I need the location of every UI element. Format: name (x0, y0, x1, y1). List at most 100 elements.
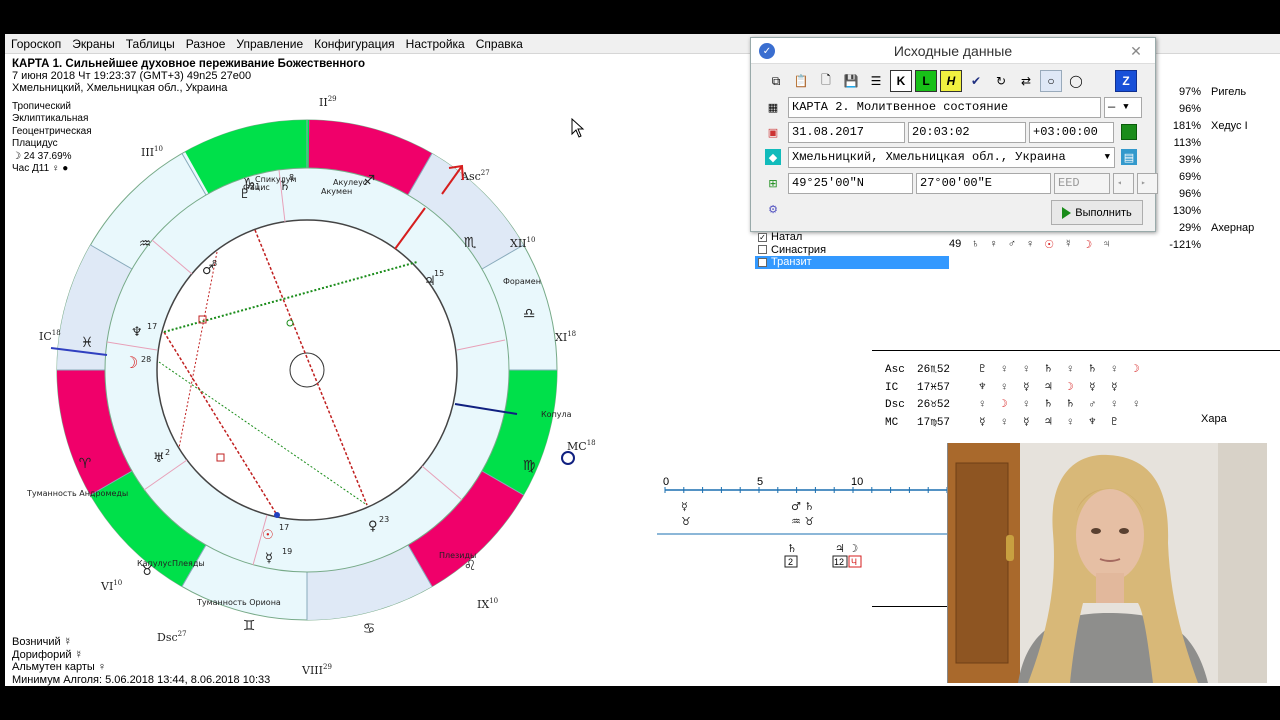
angle-ruler-symbol: ♀ (1111, 364, 1118, 376)
doryphory: Дорифорий ☿ (12, 648, 83, 661)
angle-ruler-symbol: ♀ (1023, 399, 1030, 411)
settings-icon[interactable]: ⚙ (765, 201, 781, 217)
svg-text:♄: ♄ (787, 542, 797, 555)
svg-text:III10: III10 (141, 145, 163, 159)
webcam-video (947, 443, 1267, 683)
k-button[interactable]: K (890, 70, 912, 92)
l-button[interactable]: L (915, 70, 937, 92)
z-button[interactable]: Z (1115, 70, 1137, 92)
datetime-row: ▣ 31.08.2017 20:03:02 +03:00:00 (765, 121, 1137, 143)
svg-text:♌: ♌ (464, 558, 477, 574)
angle-ruler-symbol: ♀ (1001, 381, 1008, 394)
timezone-input[interactable]: +03:00:00 (1029, 121, 1114, 143)
extra-row: ⚙ (765, 198, 785, 220)
circle-small-icon[interactable]: ○ (1040, 70, 1062, 92)
angle-ruler-symbol: ☽ (1067, 381, 1074, 394)
planet-symbol: ☉ (1044, 239, 1055, 251)
check-icon[interactable]: ✔ (965, 70, 987, 92)
dialog-titlebar[interactable]: ✓ Исходные данные ✕ (751, 38, 1155, 64)
star-row: -121% (1165, 237, 1254, 254)
checkbox[interactable] (758, 245, 767, 255)
tick-label-10: 10 (851, 476, 863, 488)
latitude-input[interactable]: 49°25'00"N (788, 172, 913, 194)
cycle-icon[interactable]: ↻ (990, 70, 1012, 92)
angle-ruler-symbol: ♀ (1001, 416, 1008, 429)
place-select[interactable]: Хмельницкий, Хмельницкая обл., Украина ▼ (788, 146, 1115, 168)
exchange-icon[interactable]: ⇄ (1015, 70, 1037, 92)
svg-text:23: 23 (379, 515, 389, 524)
svg-text:Туманность Андромеды: Туманность Андромеды (26, 489, 128, 498)
angle-ruler-symbol: ♀ (1133, 399, 1140, 411)
code-input[interactable]: EED (1054, 172, 1110, 194)
svg-text:17: 17 (279, 523, 289, 532)
dialog-title: Исходные данные (893, 42, 1013, 59)
sun-glyph: ☉ (262, 528, 274, 543)
angle-ruler-symbol: ☽ (1001, 399, 1008, 411)
planet-symbol: ☿ (1064, 238, 1073, 250)
star-percent: 130% (1172, 205, 1201, 217)
chart-name-input[interactable]: КАРТА 2. Молитвенное состояние (788, 96, 1101, 118)
angle-ruler-symbol: ♄ (1089, 364, 1096, 376)
mouse-cursor-icon (571, 118, 585, 138)
chart-type-item[interactable]: ✓ Натал (755, 231, 949, 244)
checkbox[interactable] (758, 257, 767, 267)
prev-icon[interactable]: ◂ (1113, 172, 1134, 194)
svg-text:IC18: IC18 (39, 329, 61, 343)
run-button[interactable]: Выполнить (1051, 200, 1143, 225)
chart-type-list: ✓ Натал Синастрия Транзит (755, 231, 949, 269)
svg-text:19: 19 (282, 547, 292, 556)
svg-text:15: 15 (434, 269, 444, 278)
svg-text:IX10: IX10 (477, 597, 498, 611)
h-button[interactable]: H (940, 70, 962, 92)
table-icon[interactable]: ☰ (865, 70, 887, 92)
close-icon[interactable]: ✕ (1125, 42, 1147, 60)
angle-ruler-symbol: ♃ (1045, 416, 1052, 429)
circle-icon[interactable]: ◯ (1065, 70, 1087, 92)
new-icon[interactable]: 🗋 (815, 70, 837, 92)
aspect-number: 49 (949, 238, 962, 250)
angle-ruler-symbol: ♆ (1089, 416, 1096, 429)
next-icon[interactable]: ▸ (1137, 172, 1158, 194)
star-percent: 96% (1178, 103, 1201, 115)
map-icon[interactable]: ▤ (1121, 149, 1137, 165)
angle-name: MC (885, 416, 899, 429)
save-icon[interactable]: 💾 (840, 70, 862, 92)
longitude-input[interactable]: 27°00'00"E (916, 172, 1051, 194)
angle-ruler-symbol: ☽ (1133, 364, 1140, 376)
checkbox[interactable]: ✓ (758, 232, 767, 242)
star-name: Ахернар (1211, 222, 1255, 234)
chart-type-item[interactable]: Синастрия (755, 244, 949, 257)
paste-icon[interactable]: 📋 (790, 70, 812, 92)
chevron-down-icon: ▼ (1123, 102, 1129, 112)
center-circle (289, 352, 325, 388)
angle-ruler-symbol: ♄ (1067, 399, 1074, 411)
svg-text:♋: ♋ (363, 621, 376, 637)
chart-name-select[interactable]: — ▼ (1104, 96, 1142, 118)
chart-type-label: Транзит (771, 256, 812, 269)
angle-ruler-symbol: ♂ (1089, 399, 1096, 411)
calendar-icon: ▣ (767, 126, 779, 139)
svg-text:♂ ♄: ♂ ♄ (791, 500, 814, 513)
star-row: 29% Ахернар (1165, 220, 1254, 237)
star-percent: 69% (1178, 171, 1201, 183)
angle-ruler-symbol: ♄ (1045, 399, 1052, 411)
time-input[interactable]: 20:03:02 (908, 121, 1026, 143)
star-row: 97% Ригель (1165, 84, 1254, 101)
divider-top (872, 350, 1280, 351)
copy-icon[interactable]: ⧉ (765, 70, 787, 92)
svg-text:♉: ♉ (681, 515, 691, 528)
status-icon[interactable] (1121, 124, 1137, 140)
svg-text:VIII29: VIII29 (301, 663, 332, 677)
chart-type-item[interactable]: Транзит (755, 256, 949, 269)
moon-glyph: ☽ (124, 353, 138, 372)
date-input[interactable]: 31.08.2017 (788, 121, 905, 143)
angle-ruler-symbol: ♇ (979, 364, 986, 376)
chart-wheel[interactable]: ♑ ♐ ♏ ♎ ♍ ♌ ♋ ♊ ♉ ♈ ♓ ♒ ♇ ♄ ♂ ♃ ♆ ☽ ♅ ♀ … (5, 34, 665, 684)
play-icon (1062, 206, 1072, 219)
star-percent: 29% (1178, 222, 1201, 234)
coords-icon: ⊞ (768, 177, 778, 190)
globe-icon: ◆ (765, 149, 781, 165)
svg-text:Плезиды: Плезиды (439, 551, 476, 560)
svg-text:Asc27: Asc27 (460, 169, 490, 183)
svg-text:♏: ♏ (464, 235, 477, 251)
